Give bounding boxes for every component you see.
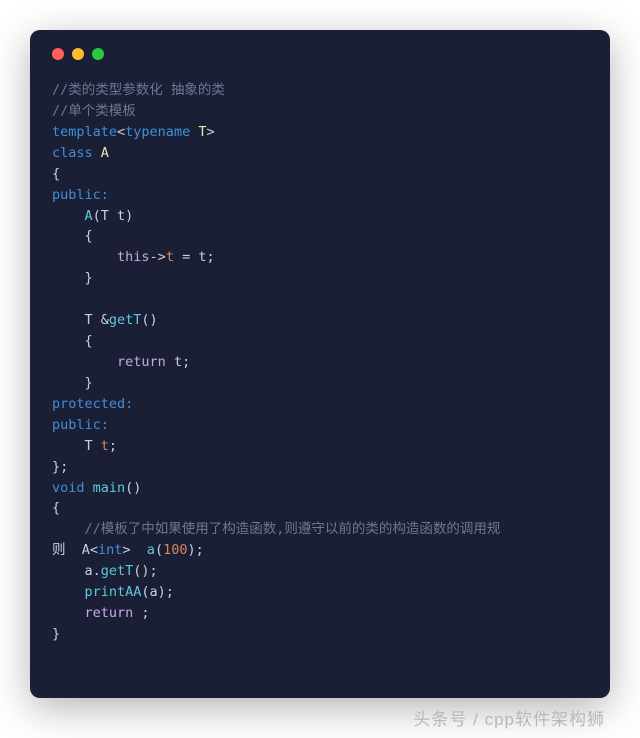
code-indent [52,249,117,265]
code-keyword: protected: [52,396,133,412]
code-indent [52,584,85,600]
code-text: 则 A< [52,542,98,558]
code-brace: { [52,500,60,516]
code-window: //类的类型参数化 抽象的类 //单个类模板 template<typename… [30,30,610,698]
code-comment: //单个类模板 [52,103,136,119]
code-prop: t [166,249,174,265]
code-brace: } [52,270,93,286]
code-func: A [85,208,93,224]
code-keyword: this [117,249,150,265]
watermark-text: 头条号 / cpp软件架构狮 [413,705,605,730]
code-keyword: return [85,605,134,621]
code-text: (a); [141,584,174,600]
code-keyword: int [98,542,122,558]
code-keyword: void [52,480,85,496]
code-text: (); [133,563,157,579]
code-indent [52,208,85,224]
code-brace: } [52,375,93,391]
code-block: //类的类型参数化 抽象的类 //单个类模板 template<typename… [52,80,588,645]
code-text: = t; [174,249,215,265]
code-indent [52,354,117,370]
window-controls [52,48,588,60]
code-comment: //模板了中如果使用了构造函数,则遵守以前的类的构造函数的调用规 [52,521,500,537]
code-text: ( [155,542,163,558]
code-brace: { [52,166,60,182]
code-func: printAA [85,584,142,600]
code-keyword: public: [52,187,109,203]
code-text: t; [166,354,190,370]
minimize-icon[interactable] [72,48,84,60]
code-func: getT [109,312,142,328]
code-keyword: template [52,124,117,140]
code-indent [52,605,85,621]
code-text: ; [133,605,149,621]
code-op: > [206,124,214,140]
code-keyword: public: [52,417,109,433]
code-comment: //类的类型参数化 抽象的类 [52,82,225,98]
code-keyword: class [52,145,93,161]
code-type: T [190,124,206,140]
code-func: main [93,480,126,496]
code-brace: }; [52,459,68,475]
code-params: () [125,480,141,496]
code-keyword: return [117,354,166,370]
code-text: ); [187,542,203,558]
maximize-icon[interactable] [92,48,104,60]
code-text: T & [52,312,109,328]
close-icon[interactable] [52,48,64,60]
code-func: a [147,542,155,558]
code-brace: { [52,228,93,244]
code-text: > [122,542,146,558]
code-func: getT [101,563,134,579]
code-op: < [117,124,125,140]
code-text: ; [109,438,117,454]
code-number: 100 [163,542,187,558]
code-params: (T t) [93,208,134,224]
code-brace: } [52,626,60,642]
code-text: T [52,438,101,454]
code-type: A [93,145,109,161]
code-brace: { [52,333,93,349]
code-params: () [141,312,157,328]
code-prop: t [101,438,109,454]
code-text: a. [52,563,101,579]
code-keyword: typename [125,124,190,140]
code-text [85,480,93,496]
code-op: -> [150,249,166,265]
